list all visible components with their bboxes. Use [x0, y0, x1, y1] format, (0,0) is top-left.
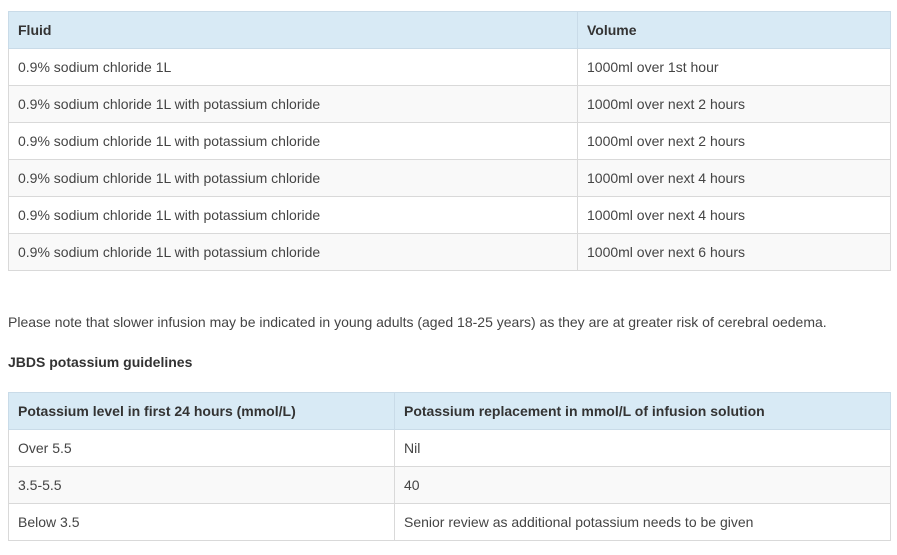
potassium-level-cell: Below 3.5: [8, 503, 395, 541]
volume-cell: 1000ml over next 6 hours: [577, 233, 891, 271]
table-row: Below 3.5 Senior review as additional po…: [8, 503, 891, 541]
table-header-row: Potassium level in first 24 hours (mmol/…: [8, 392, 891, 430]
table-row: 0.9% sodium chloride 1L with potassium c…: [8, 233, 891, 271]
potassium-replacement-cell: Senior review as additional potassium ne…: [394, 503, 891, 541]
volume-cell: 1000ml over next 2 hours: [577, 85, 891, 123]
potassium-guidelines-heading: JBDS potassium guidelines: [8, 354, 193, 370]
fluid-volume-table: Fluid Volume 0.9% sodium chloride 1L 100…: [8, 11, 891, 271]
table-row: 0.9% sodium chloride 1L with potassium c…: [8, 85, 891, 123]
fluid-cell: 0.9% sodium chloride 1L with potassium c…: [8, 196, 578, 234]
potassium-replacement-cell: Nil: [394, 429, 891, 467]
volume-cell: 1000ml over 1st hour: [577, 48, 891, 86]
fluid-cell: 0.9% sodium chloride 1L with potassium c…: [8, 122, 578, 160]
potassium-guidelines-table: Potassium level in first 24 hours (mmol/…: [8, 392, 891, 541]
potassium-level-cell: Over 5.5: [8, 429, 395, 467]
potassium-level-cell: 3.5-5.5: [8, 466, 395, 504]
column-header-potassium-replacement: Potassium replacement in mmol/L of infus…: [394, 392, 891, 430]
column-header-volume: Volume: [577, 11, 891, 49]
table-header-row: Fluid Volume: [8, 11, 891, 49]
table-row: 0.9% sodium chloride 1L 1000ml over 1st …: [8, 48, 891, 86]
infusion-note: Please note that slower infusion may be …: [8, 314, 827, 330]
column-header-potassium-level: Potassium level in first 24 hours (mmol/…: [8, 392, 395, 430]
volume-cell: 1000ml over next 4 hours: [577, 159, 891, 197]
volume-cell: 1000ml over next 2 hours: [577, 122, 891, 160]
fluid-cell: 0.9% sodium chloride 1L with potassium c…: [8, 233, 578, 271]
fluid-cell: 0.9% sodium chloride 1L with potassium c…: [8, 85, 578, 123]
table-row: 0.9% sodium chloride 1L with potassium c…: [8, 122, 891, 160]
column-header-fluid: Fluid: [8, 11, 578, 49]
table-row: 0.9% sodium chloride 1L with potassium c…: [8, 159, 891, 197]
table-row: Over 5.5 Nil: [8, 429, 891, 467]
table-row: 3.5-5.5 40: [8, 466, 891, 504]
volume-cell: 1000ml over next 4 hours: [577, 196, 891, 234]
fluid-cell: 0.9% sodium chloride 1L with potassium c…: [8, 159, 578, 197]
table-row: 0.9% sodium chloride 1L with potassium c…: [8, 196, 891, 234]
fluid-cell: 0.9% sodium chloride 1L: [8, 48, 578, 86]
potassium-replacement-cell: 40: [394, 466, 891, 504]
